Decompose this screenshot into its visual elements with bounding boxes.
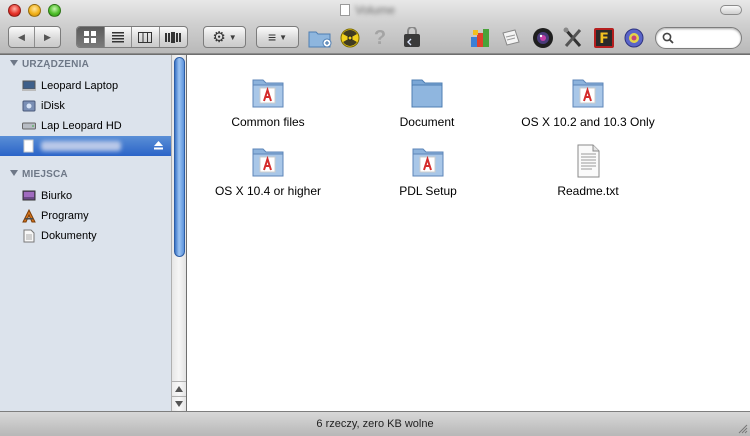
disclosure-triangle-icon[interactable] xyxy=(10,170,18,176)
view-mode-control xyxy=(76,26,188,48)
chevron-down-icon: ▼ xyxy=(279,32,288,42)
sidebar-item-lap-leopard-hd[interactable]: Lap Leopard HD xyxy=(0,116,172,136)
file-item[interactable]: Readme.txt xyxy=(508,144,668,198)
disclosure-triangle-icon[interactable] xyxy=(10,60,18,66)
forward-button[interactable]: ▶ xyxy=(35,27,60,47)
title-volume-icon xyxy=(340,4,350,16)
terminal-icon xyxy=(404,27,420,47)
filezilla-icon: F xyxy=(594,28,614,48)
burn-icon xyxy=(340,28,360,48)
question-mark-icon: ? xyxy=(373,26,387,49)
arrow-up-icon xyxy=(175,385,183,392)
action-menu-button[interactable]: ⚙ ▼ xyxy=(203,26,246,48)
file-item[interactable]: PDL Setup xyxy=(348,144,508,198)
papers-icon xyxy=(502,29,520,46)
places-section-header[interactable]: MIEJSCA xyxy=(10,169,68,180)
sidebar-item-disk-image[interactable] xyxy=(0,136,172,156)
file-name: OS X 10.4 or higher xyxy=(214,184,322,198)
search-icon xyxy=(662,32,674,44)
adobe-folder-icon xyxy=(410,144,446,178)
scroll-up-button[interactable] xyxy=(172,381,186,395)
file-item[interactable]: Document xyxy=(347,75,507,129)
back-forward-control: ◀ ▶ xyxy=(8,26,61,48)
search-input[interactable] xyxy=(678,31,736,45)
adobe-folder-icon xyxy=(570,75,606,109)
terminal-button[interactable] xyxy=(400,26,424,50)
globe-icon xyxy=(624,28,644,48)
scroll-down-button[interactable] xyxy=(172,396,186,410)
help-button[interactable]: ? xyxy=(368,26,392,50)
back-button[interactable]: ◀ xyxy=(9,27,35,47)
arrange-menu-button[interactable]: ≡ ▼ xyxy=(256,26,299,48)
finder-window: Volume ◀ ▶ ⚙ ▼ ≡ ▼ ? F URZĄDZENIA Leopar… xyxy=(0,0,750,436)
toolbar-toggle-button[interactable] xyxy=(720,5,742,15)
list-view-icon xyxy=(111,31,124,42)
coverflow-view-icon xyxy=(165,31,182,43)
zoom-button[interactable] xyxy=(48,4,61,17)
toolbar: Volume ◀ ▶ ⚙ ▼ ≡ ▼ ? F xyxy=(0,0,750,54)
list-view-button[interactable] xyxy=(105,27,132,47)
resize-grip-icon[interactable] xyxy=(737,423,748,434)
sidebar-item-biurko[interactable]: Biurko xyxy=(0,186,172,206)
file-browser: Common files Document OS X 10.2 and 10.3… xyxy=(187,55,750,411)
coverflow-view-button[interactable] xyxy=(160,27,187,47)
app-shortcut-2[interactable] xyxy=(499,26,523,50)
desktop-icon xyxy=(22,190,36,201)
new-folder-icon xyxy=(308,31,332,48)
eject-icon[interactable] xyxy=(153,140,164,151)
status-bar: 6 rzeczy, zero KB wolne xyxy=(0,411,750,436)
file-name: OS X 10.2 and 10.3 Only xyxy=(521,115,655,129)
text-file-icon xyxy=(570,144,606,178)
camera-lens-icon xyxy=(533,28,553,48)
hard-drive-icon xyxy=(22,122,36,130)
sidebar: URZĄDZENIA Leopard Laptop iDisk Lap Leop… xyxy=(0,55,186,411)
gear-icon: ⚙ xyxy=(212,29,226,46)
status-text: 6 rzeczy, zero KB wolne xyxy=(316,418,434,430)
sidebar-item-dokumenty[interactable]: Dokumenty xyxy=(0,226,172,246)
new-folder-button[interactable] xyxy=(308,26,332,50)
file-item[interactable]: OS X 10.4 or higher xyxy=(188,144,348,198)
sidebar-item-idisk[interactable]: iDisk xyxy=(0,96,172,116)
computer-icon xyxy=(22,80,36,91)
sidebar-item-label xyxy=(41,141,121,151)
chevron-down-icon: ▼ xyxy=(228,32,237,42)
sidebar-scrollbar[interactable] xyxy=(171,55,186,411)
applications-icon xyxy=(22,209,36,223)
burn-button[interactable] xyxy=(338,26,362,50)
tools-icon xyxy=(563,27,582,47)
file-item[interactable]: OS X 10.2 and 10.3 Only xyxy=(508,75,668,129)
scroll-thumb[interactable] xyxy=(174,57,185,257)
minimize-button[interactable] xyxy=(28,4,41,17)
file-item[interactable]: Common files xyxy=(188,75,348,129)
file-name: Readme.txt xyxy=(557,184,619,198)
app-shortcut-1[interactable] xyxy=(468,26,492,50)
app-shortcut-6[interactable] xyxy=(622,26,646,50)
folder-icon xyxy=(409,75,445,109)
idisk-icon xyxy=(22,100,36,112)
adobe-folder-icon xyxy=(250,75,286,109)
search-field[interactable] xyxy=(655,27,742,49)
color-blocks-icon xyxy=(471,29,489,47)
devices-section-header[interactable]: URZĄDZENIA xyxy=(10,59,89,70)
file-name: Common files xyxy=(231,115,305,129)
file-name: Document xyxy=(399,115,455,129)
documents-icon xyxy=(23,229,35,243)
svg-text:F: F xyxy=(599,31,609,47)
app-shortcut-4[interactable] xyxy=(561,26,585,50)
arrange-icon: ≡ xyxy=(267,29,277,45)
column-view-icon xyxy=(138,31,153,43)
window-title: Volume xyxy=(355,3,396,17)
icon-view-icon xyxy=(84,31,97,43)
close-button[interactable] xyxy=(8,4,21,17)
sidebar-item-programy[interactable]: Programy xyxy=(0,206,172,226)
file-name: PDL Setup xyxy=(399,184,457,198)
sidebar-item-leopard-laptop[interactable]: Leopard Laptop xyxy=(0,76,172,96)
adobe-folder-icon xyxy=(250,144,286,178)
app-shortcut-5[interactable]: F xyxy=(592,26,616,50)
icon-view-button[interactable] xyxy=(77,27,105,47)
disk-image-icon xyxy=(23,139,34,153)
app-shortcut-3[interactable] xyxy=(531,26,555,50)
column-view-button[interactable] xyxy=(132,27,160,47)
arrow-down-icon xyxy=(175,400,183,407)
